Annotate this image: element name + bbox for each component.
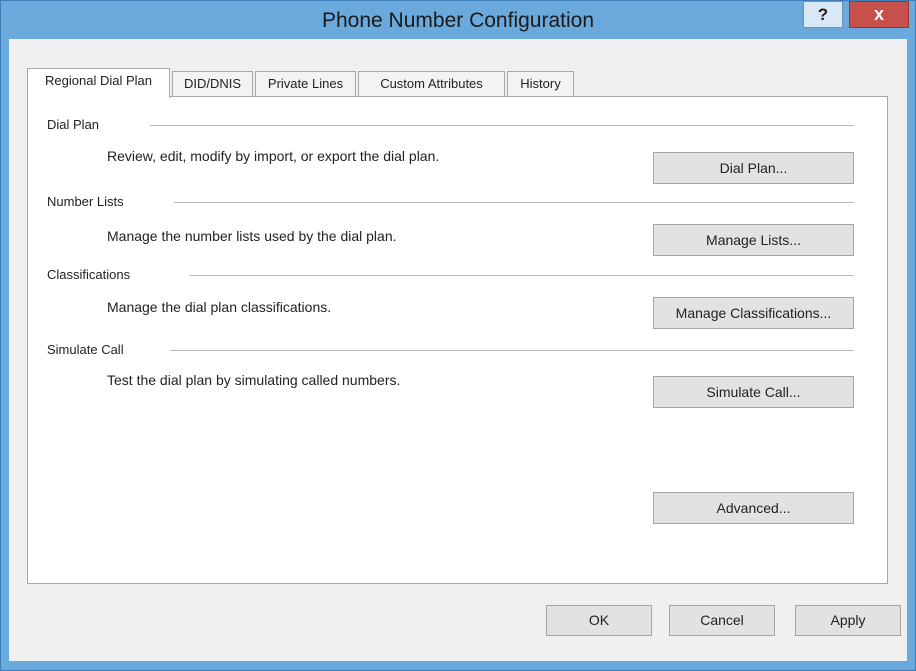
title-bar[interactable]: Phone Number Configuration ? x	[1, 1, 915, 39]
dialog-client-area: Regional Dial Plan DID/DNIS Private Line…	[9, 39, 907, 661]
advanced-button[interactable]: Advanced...	[653, 492, 854, 524]
apply-button[interactable]: Apply	[795, 605, 901, 636]
manage-classifications-button[interactable]: Manage Classifications...	[653, 297, 854, 329]
tab-private-lines[interactable]: Private Lines	[255, 71, 356, 96]
close-button[interactable]: x	[849, 1, 909, 28]
section-divider	[174, 202, 854, 203]
section-divider	[190, 275, 854, 276]
cancel-button[interactable]: Cancel	[669, 605, 775, 636]
section-divider	[150, 125, 854, 126]
window-title: Phone Number Configuration	[322, 9, 594, 32]
section-label-dial-plan: Dial Plan	[47, 117, 100, 132]
tab-history[interactable]: History	[507, 71, 574, 96]
description-classifications: Manage the dial plan classifications.	[107, 299, 332, 315]
section-label-simulate-call: Simulate Call	[47, 342, 124, 357]
section-label-number-lists: Number Lists	[47, 194, 124, 209]
help-button[interactable]: ?	[803, 1, 843, 28]
description-number-lists: Manage the number lists used by the dial…	[107, 228, 397, 244]
manage-lists-button[interactable]: Manage Lists...	[653, 224, 854, 256]
tab-regional-dial-plan[interactable]: Regional Dial Plan	[27, 68, 170, 98]
ok-button[interactable]: OK	[546, 605, 652, 636]
description-simulate-call: Test the dial plan by simulating called …	[107, 372, 401, 388]
section-divider	[170, 350, 854, 351]
simulate-call-button[interactable]: Simulate Call...	[653, 376, 854, 408]
section-label-classifications: Classifications	[47, 267, 131, 282]
tab-panel-regional-dial-plan: Dial Plan Review, edit, modify by import…	[27, 96, 888, 584]
tab-did-dnis[interactable]: DID/DNIS	[172, 71, 253, 96]
tab-custom-attributes[interactable]: Custom Attributes	[358, 71, 505, 96]
dialog-window: Phone Number Configuration ? x Regional …	[0, 0, 916, 671]
dial-plan-button[interactable]: Dial Plan...	[653, 152, 854, 184]
description-dial-plan: Review, edit, modify by import, or expor…	[107, 148, 440, 164]
